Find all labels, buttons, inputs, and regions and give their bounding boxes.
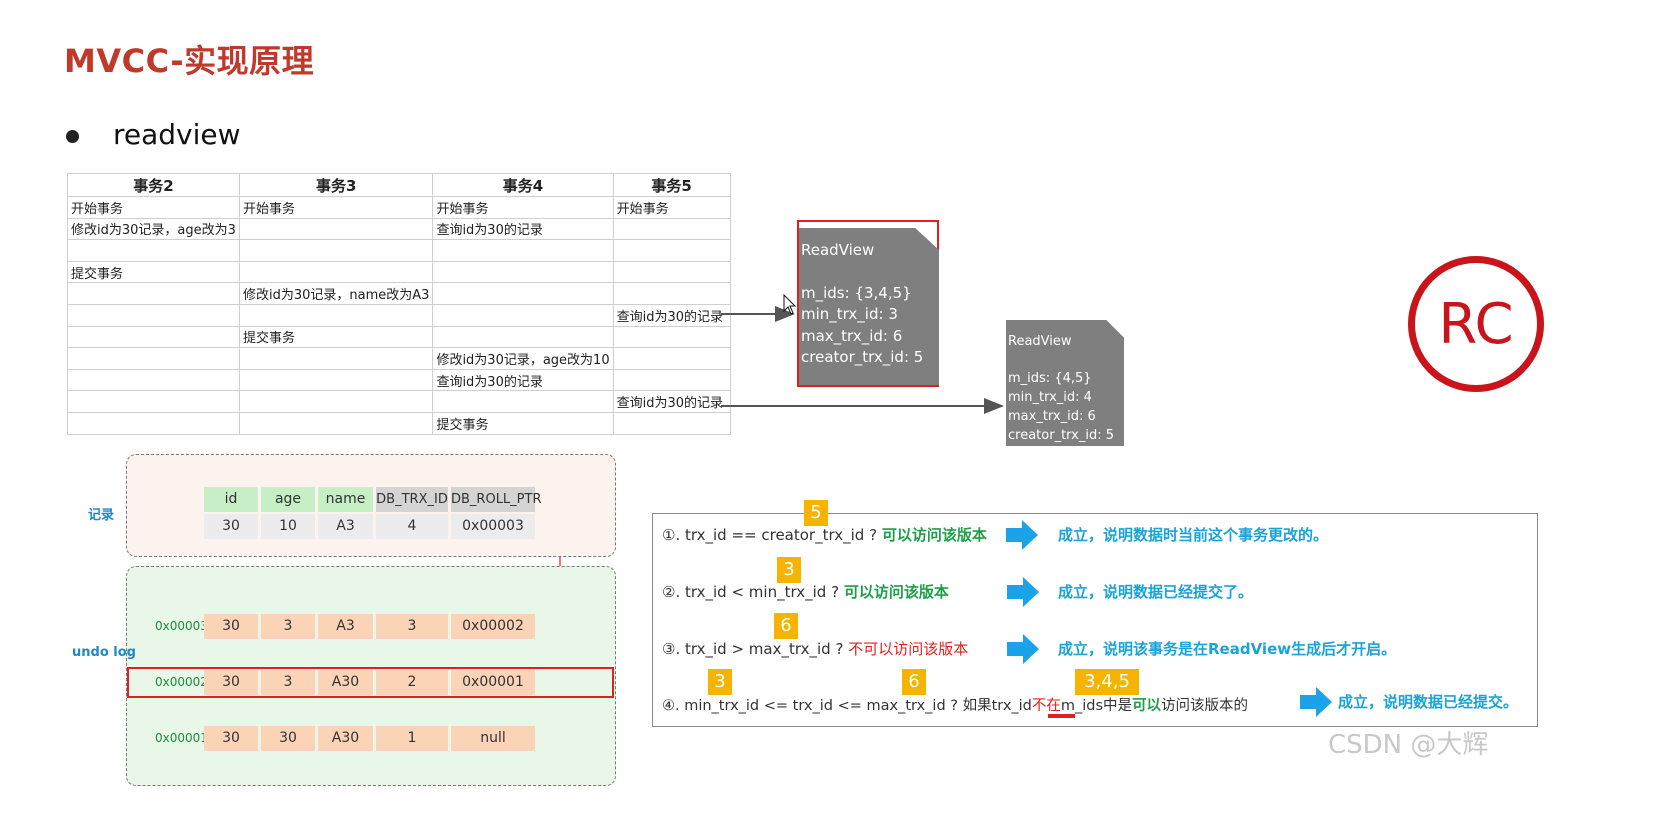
- undo-log-label: undo log: [72, 645, 136, 660]
- badge-max-2: 6: [902, 669, 926, 695]
- undo-row3-age: 30: [261, 726, 315, 751]
- undo-addr-1: 0x00003: [155, 619, 208, 633]
- undo-row3-id: 30: [204, 726, 258, 751]
- rule-3-deny: 不可以访问该版本: [848, 640, 969, 658]
- record-label: 记录: [88, 508, 115, 523]
- rc-badge: RC: [1408, 256, 1544, 392]
- record-value-trx: 4: [376, 514, 448, 539]
- rule-1-text: ①. trx_id == creator_trx_id ?: [662, 526, 878, 544]
- readview2-card: ReadView m_ids: {4,5} min_trx_id: 4 max_…: [1006, 320, 1124, 446]
- rule-3-result: 成立，说明该事务是在ReadView生成后才开启。: [1058, 640, 1397, 658]
- emphasis-underline: [1048, 714, 1075, 718]
- rule-4-text: ④. min_trx_id <= trx_id <= max_trx_id ? …: [662, 698, 1032, 714]
- readview1-title: ReadView: [801, 241, 875, 259]
- readview2-creator: creator_trx_id: 5: [1008, 428, 1114, 443]
- record-header-trx: DB_TRX_ID: [376, 487, 448, 512]
- rule-2: ②. trx_id < min_trx_id ? 可以访问该版本: [662, 581, 949, 602]
- rule-4-text3: 访问该版本的: [1161, 698, 1249, 714]
- rule-1-allow: 可以访问该版本: [881, 526, 987, 544]
- rule-4-result: 成立，说明数据已经提交。: [1338, 693, 1519, 711]
- readview1-card: ReadView m_ids: {3,4,5} min_trx_id: 3 ma…: [799, 228, 939, 385]
- readview1-creator: creator_trx_id: 5: [801, 348, 924, 366]
- rule-1: ①. trx_id == creator_trx_id ? 可以访问该版本: [662, 524, 987, 545]
- record-header-id: id: [204, 487, 258, 512]
- record-header-name: name: [318, 487, 373, 512]
- record-header-age: age: [261, 487, 315, 512]
- readview2-title: ReadView: [1008, 334, 1072, 349]
- badge-min: 3: [777, 557, 801, 583]
- readview1-min: min_trx_id: 3: [801, 305, 898, 323]
- mouse-cursor-icon: [783, 294, 797, 315]
- readview1-max: max_trx_id: 6: [801, 326, 903, 345]
- rule-2-text: ②. trx_id < min_trx_id ?: [662, 583, 840, 601]
- rule-4-allow: 可以: [1132, 698, 1162, 714]
- rule-4: ④. min_trx_id <= trx_id <= max_trx_id ? …: [662, 694, 1248, 715]
- undo-row1-name: A3: [318, 614, 373, 639]
- rule-3: ③. trx_id > max_trx_id ? 不可以访问该版本: [662, 638, 968, 659]
- badge-max: 6: [774, 613, 798, 639]
- readview2-min: min_trx_id: 4: [1008, 390, 1092, 405]
- rule-2-result: 成立，说明数据已经提交了。: [1058, 583, 1254, 601]
- right-arrow-icon: [1006, 520, 1038, 550]
- record-header-roll: DB_ROLL_PTR: [451, 487, 542, 512]
- rule-3-text: ③. trx_id > max_trx_id ?: [662, 640, 844, 658]
- undo-row1-roll: 0x00002: [451, 614, 535, 639]
- undo-row3-roll: null: [451, 726, 535, 751]
- rule-1-result: 成立，说明数据时当前这个事务更改的。: [1058, 526, 1329, 544]
- undo-row3-name: A30: [318, 726, 373, 751]
- badge-creator: 5: [804, 500, 828, 526]
- readview2-max: max_trx_id: 6: [1008, 409, 1096, 424]
- right-arrow-icon: [1300, 687, 1332, 717]
- undo-row3-trx: 1: [376, 726, 448, 751]
- undo-row1-id: 30: [204, 614, 258, 639]
- badge-min-2: 3: [708, 669, 732, 695]
- record-value-roll: 0x00003: [451, 514, 535, 539]
- matched-version-highlight: [127, 667, 614, 698]
- undo-addr-3: 0x00001: [155, 731, 208, 745]
- readview1-mids: m_ids: {3,4,5}: [801, 283, 912, 302]
- rule-4-emph: 不在: [1031, 698, 1061, 714]
- rule-2-allow: 可以访问该版本: [843, 583, 949, 601]
- right-arrow-icon: [1007, 577, 1039, 607]
- readview2-mids: m_ids: {4,5}: [1008, 371, 1092, 386]
- rule-4-text2: m_ids中是: [1060, 698, 1133, 714]
- undo-row1-age: 3: [261, 614, 315, 639]
- record-value-id: 30: [204, 514, 258, 539]
- watermark: CSDN @大辉: [1328, 730, 1489, 760]
- record-value-age: 10: [261, 514, 315, 539]
- right-arrow-icon: [1007, 634, 1039, 664]
- record-value-name: A3: [318, 514, 373, 539]
- undo-row1-trx: 3: [376, 614, 448, 639]
- badge-mids: 3,4,5: [1075, 669, 1139, 695]
